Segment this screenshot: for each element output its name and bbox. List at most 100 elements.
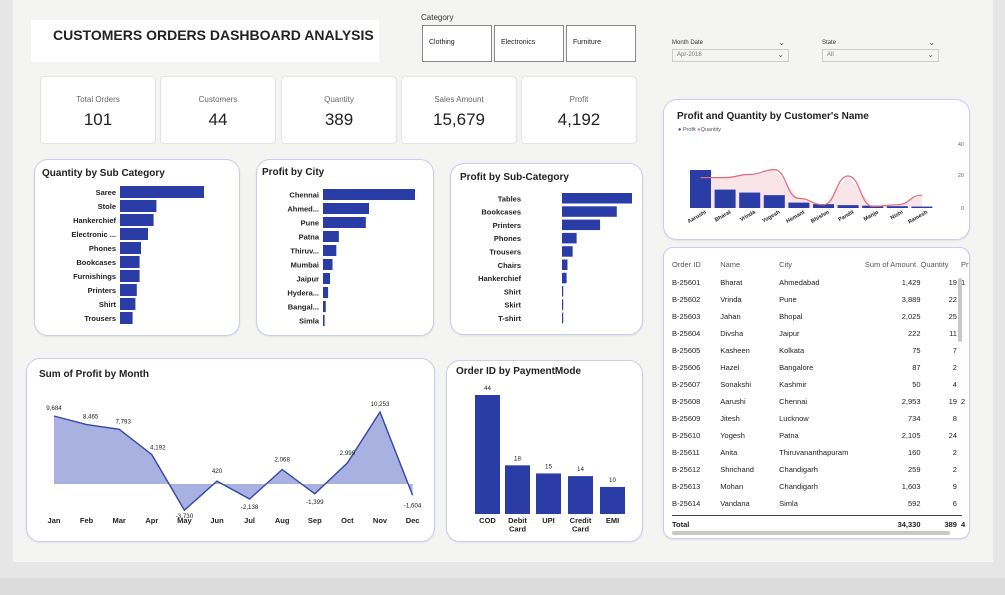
quantity-by-subcategory-chart: Saree Stole Hankerchief Electronic ... Phone… (71, 186, 204, 324)
bar (120, 270, 140, 282)
profit-by-month-card: Sum of Profit by Month 9,684 8,465 7,793 4,… (26, 358, 435, 542)
chevron-down-icon[interactable]: ⌄ (777, 50, 784, 59)
bar (323, 287, 329, 298)
table-row[interactable]: B-25608 Aarushi Chennai 2,953 19 2 (672, 393, 969, 410)
table-row[interactable]: B-25602 Vrinda Pune 3,889 22 (672, 291, 969, 308)
category-electronics-button[interactable]: Electronics (494, 25, 564, 62)
bar (536, 473, 561, 514)
bar (562, 219, 601, 231)
orders-table-card: Order ID Name City Sum of Amount Quantit… (663, 247, 970, 539)
table-row[interactable]: B-25611 Anita Thiruvananthapuram 160 2 (672, 444, 969, 461)
profit-cell (957, 495, 969, 512)
table-row[interactable]: B-25612 Shrichand Chandigarh 259 2 (672, 461, 969, 478)
bar (323, 301, 326, 312)
table-row[interactable]: B-25610 Yogesh Patna 2,105 24 (672, 427, 969, 444)
table-row[interactable]: B-25613 Mohan Chandigarh 1,603 9 (672, 478, 969, 495)
profit-bar (788, 202, 810, 208)
profit-by-subcategory-chart: Tables Bookcases Printers Phones Trousers Cha… (478, 193, 632, 324)
name-cell: Vandana (720, 499, 750, 508)
category-label: Vrinda (739, 209, 757, 223)
city-cell: Kolkata (779, 346, 805, 355)
profit-area (54, 412, 413, 511)
table-row[interactable]: B-25605 Kasheen Kolkata 75 7 (672, 342, 969, 359)
profit-cell (957, 427, 969, 444)
state-dropdown[interactable]: All ⌄ (822, 49, 939, 62)
name-cell: Hazel (720, 363, 740, 372)
bar (323, 315, 325, 326)
table-row[interactable]: B-25607 Sonakshi Kashmir 50 4 (672, 376, 969, 393)
bar (562, 193, 632, 204)
state-filter[interactable]: State ⌄ All ⌄ (822, 38, 939, 62)
category-label: Ramesh (907, 209, 929, 225)
quantity-cell: 7 (952, 346, 957, 355)
table-row[interactable]: B-25614 Vandana Simla 592 6 (672, 495, 969, 512)
month-tick-label: Sep (308, 516, 322, 525)
category-label: Card (509, 525, 527, 534)
axis-tick-label: 40 (958, 142, 964, 148)
order-id-cell: B-25607 (672, 380, 701, 389)
profit-quantity-customer-chart: 40 20 0 Aarushi Bharat Vrinda Yogesh Hemant Bhis… (687, 142, 964, 225)
month-date-dropdown[interactable]: Apr-2018 ⌄ (672, 49, 789, 62)
column-header[interactable]: Quantity (921, 254, 957, 274)
quantity-cell: 9 (952, 482, 957, 491)
category-label: Hemant (785, 209, 806, 224)
table-row[interactable]: B-25604 Divsha Jaipur 222 11 (672, 325, 969, 342)
column-header[interactable]: Order ID (672, 254, 720, 274)
category-label: Furnishings (73, 272, 116, 281)
name-cell: Divsha (720, 329, 744, 338)
column-header[interactable]: Sum of Amount (865, 254, 921, 274)
orders-by-payment-chart: 44COD18DebitCard15UPI14CreditCard10EMI (475, 385, 625, 534)
profit-bar (911, 206, 933, 208)
kpi-value: 15,679 (433, 110, 485, 129)
chevron-down-icon[interactable]: ⌄ (928, 38, 935, 47)
order-id-cell: B-25613 (672, 482, 701, 491)
amount-cell: 50 (912, 380, 921, 389)
category-label: Manju (863, 210, 880, 223)
chevron-down-icon[interactable]: ⌄ (927, 50, 934, 59)
profit-bar (886, 206, 908, 208)
data-label: -1,399 (306, 499, 324, 506)
quantity-cell: 25 (948, 312, 957, 321)
profit-by-city-chart: Chennai Ahmed... Pune Patna Thiruv... Mumbai J… (287, 189, 415, 326)
category-furniture-button[interactable]: Furniture (566, 25, 636, 62)
column-header[interactable]: Pr (957, 254, 969, 274)
dashboard-title: CUSTOMERS ORDERS DASHBOARD ANALYSIS (53, 27, 374, 43)
profit-cell (957, 342, 969, 359)
vertical-scrollbar[interactable] (958, 278, 962, 342)
category-label: Nishi (890, 209, 905, 221)
category-label: Bangal... (288, 303, 319, 312)
category-clothing-button[interactable]: Clothing (422, 25, 492, 62)
profit-quantity-customer-card: Profit and Quantity by Customer's Name ●… (663, 99, 970, 240)
bar (562, 259, 568, 270)
order-id-cell: B-25612 (672, 465, 701, 474)
axis-tick-label: 0 (961, 206, 964, 212)
column-header[interactable]: City (779, 254, 865, 274)
table-row[interactable]: B-25603 Jahan Bhopal 2,025 25 (672, 308, 969, 325)
order-id-cell: B-25605 (672, 346, 701, 355)
kpi-label: Profit (569, 95, 589, 104)
quantity-cell: 22 (948, 295, 957, 304)
city-cell: Kashmir (779, 380, 807, 389)
table-row[interactable]: B-25601 Bharat Ahmedabad 1,429 19 1 (672, 274, 969, 291)
order-id-cell: B-25609 (672, 414, 701, 423)
category-label: Simla (299, 317, 320, 326)
category-label: Ahmed... (287, 205, 319, 214)
month-tick-label: Feb (80, 516, 94, 525)
category-label: Skirt (504, 301, 521, 310)
chevron-down-icon[interactable]: ⌄ (778, 38, 785, 47)
bar (562, 286, 564, 297)
profit-cell (957, 376, 969, 393)
bar (562, 206, 617, 217)
data-label: 10,253 (371, 401, 390, 408)
amount-cell: 2,025 (901, 312, 921, 321)
horizontal-scrollbar[interactable] (672, 531, 950, 535)
bar (120, 242, 141, 254)
category-label: Electronic ... (71, 230, 116, 239)
city-cell: Lucknow (779, 414, 809, 423)
name-cell: Sonakshi (720, 380, 752, 389)
column-header[interactable]: Name (720, 254, 779, 274)
month-date-filter[interactable]: Month Date ⌄ Apr-2018 ⌄ (672, 38, 789, 62)
profit-cell (957, 359, 969, 376)
table-row[interactable]: B-25609 Jitesh Lucknow 734 8 (672, 410, 969, 427)
table-row[interactable]: B-25606 Hazel Bangalore 87 2 (672, 359, 969, 376)
